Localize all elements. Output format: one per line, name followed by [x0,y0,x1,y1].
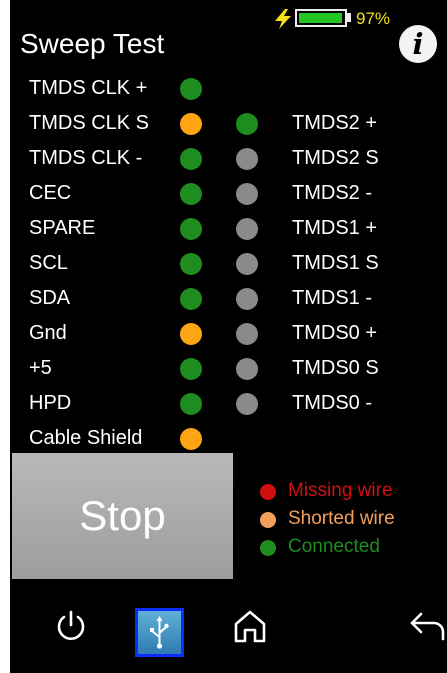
left-pin-label: TMDS CLK + [29,77,148,99]
right-pin-label: TMDS2 - [292,182,372,204]
right-pin-label: TMDS0 + [292,322,378,344]
left-pin-status-dot [180,218,202,240]
right-pin-status-dot [236,358,258,380]
battery-icon [295,9,347,27]
left-pin-status-dot [180,78,202,100]
right-pin-status-dot [236,113,258,135]
right-pin-status-dot [236,323,258,345]
missing-dot [260,484,276,500]
left-pin-status-dot [180,358,202,380]
left-pin-status-dot [180,183,202,205]
shorted-dot [260,512,276,528]
left-pin-label: TMDS CLK S [29,112,150,134]
left-pin-label: Cable Shield [29,427,143,449]
left-pin-label: HPD [29,392,72,414]
right-pin-status-dot [236,393,258,415]
usb-button[interactable] [135,608,184,657]
legend-shorted-label: Shorted wire [288,508,395,529]
legend-connected-label: Connected [288,536,380,557]
left-pin-label: CEC [29,182,72,204]
connected-dot [260,540,276,556]
right-pin-label: TMDS2 + [292,112,378,134]
right-pin-label: TMDS2 S [292,147,379,169]
usb-icon [150,616,169,649]
left-pin-label: +5 [29,357,52,379]
left-pin-status-dot [180,253,202,275]
device-screen: 97% Sweep Test i TMDS CLK + TMDS CLK S TMD… [10,0,447,673]
legend-missing-label: Missing wire [288,480,393,501]
left-pin-label: TMDS CLK - [29,147,143,169]
right-pin-label: TMDS1 - [292,287,372,309]
right-pin-label: TMDS1 + [292,217,378,239]
page-title: Sweep Test [20,28,165,59]
power-icon[interactable] [54,608,88,644]
lightning-bolt-icon [275,9,291,29]
right-pin-status-dot [236,183,258,205]
battery-fill [299,13,342,23]
right-pin-status-dot [236,148,258,170]
back-arrow-icon[interactable] [408,608,447,642]
left-pin-label: Gnd [29,322,67,344]
right-pin-status-dot [236,253,258,275]
left-pin-label: SDA [29,287,71,309]
home-icon[interactable] [232,608,268,644]
left-pin-label: SPARE [29,217,96,239]
left-pin-status-dot [180,393,202,415]
right-pin-label: TMDS0 S [292,357,379,379]
battery-nub [347,13,351,22]
left-pin-status-dot [180,428,202,450]
left-pin-status-dot [180,148,202,170]
left-pin-status-dot [180,288,202,310]
right-pin-label: TMDS0 - [292,392,372,414]
info-icon[interactable]: i [399,25,437,63]
right-pin-label: TMDS1 S [292,252,379,274]
left-pin-status-dot [180,113,202,135]
right-pin-status-dot [236,218,258,240]
left-pin-label: SCL [29,252,68,274]
battery-percent: 97% [356,9,391,28]
right-pin-status-dot [236,288,258,310]
left-pin-status-dot [180,323,202,345]
stop-button[interactable]: Stop [12,453,233,579]
